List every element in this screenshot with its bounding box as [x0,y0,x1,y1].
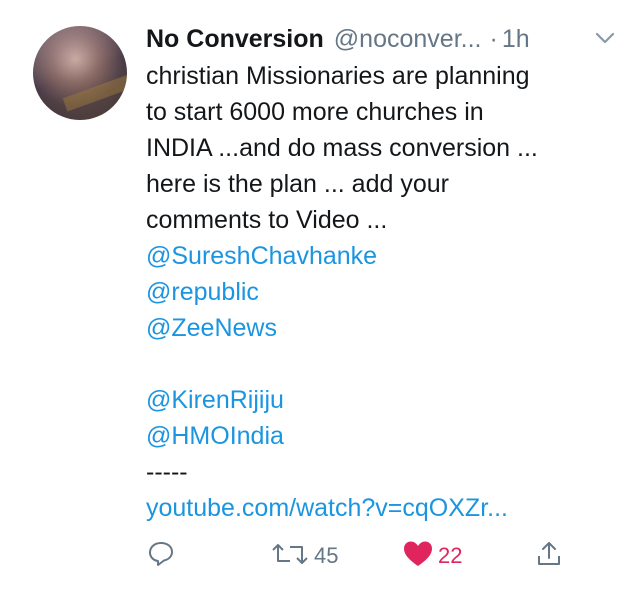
tweet-text: christian Missionaries are planning to st… [146,58,626,526]
like-count: 22 [438,543,463,568]
retweet-icon [270,539,310,574]
retweet-button[interactable]: 45 [270,536,338,576]
avatar[interactable] [33,26,127,120]
mention-link[interactable]: @SureshChavhanke [146,238,626,274]
like-button[interactable]: 22 [402,536,462,576]
reply-button[interactable] [146,536,176,576]
chevron-down-icon[interactable] [594,30,616,46]
mention-link[interactable]: @ZeeNews [146,310,626,346]
separator-dot: · [489,24,498,53]
mention-link[interactable]: @HMOIndia [146,418,626,454]
display-name[interactable]: No Conversion [146,25,324,54]
tweet-text-line: to start 6000 more churches in [146,98,484,126]
share-button[interactable] [534,536,564,576]
tweet-text-line: here is the plan ... add your [146,170,449,198]
reply-icon [146,539,176,574]
avatar-overlay [33,26,127,120]
tweet-header: No Conversion @noconver... · 1h [146,22,616,56]
user-handle[interactable]: @noconver... [334,25,482,54]
tweet-text-line: INDIA ...and do mass conversion ... [146,134,538,162]
tweet-actions: 45 22 [146,536,576,576]
share-icon [534,539,564,574]
tweet-text-line: christian Missionaries are planning [146,62,530,90]
tweet-text-line: comments to Video ... [146,206,388,234]
tweet-text-line: ----- [146,458,188,486]
mention-link[interactable]: @KirenRijiju [146,382,626,418]
timestamp[interactable]: 1h [502,25,530,54]
mention-link[interactable]: @republic [146,274,626,310]
retweet-count: 45 [314,543,339,568]
url-link[interactable]: youtube.com/watch?v=cqOXZr... [146,490,626,526]
heart-filled-icon [402,539,434,574]
